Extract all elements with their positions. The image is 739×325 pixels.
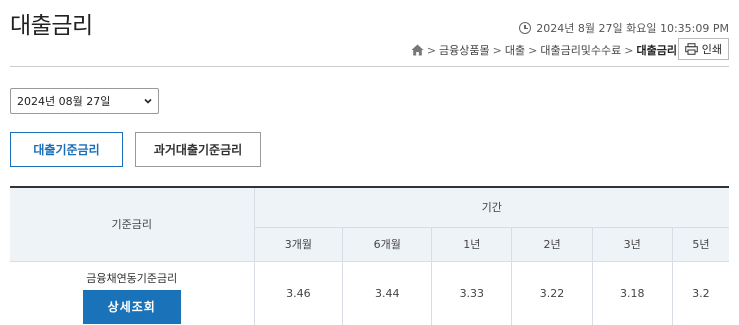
column-header-6m: 6개월 (342, 226, 433, 261)
column-header-1y: 1년 (431, 226, 513, 261)
breadcrumb: > 금융상품몰 > 대출 > 대출금리및수수료 > 대출금리 (411, 42, 677, 58)
rate-name: 금융채연동기준금리 (86, 271, 178, 285)
detail-view-button[interactable]: 상세조회 (82, 289, 181, 324)
breadcrumb-current: 대출금리 (636, 44, 677, 57)
printer-icon (684, 43, 698, 55)
page-title: 대출금리 (10, 13, 93, 39)
column-header-2y: 2년 (511, 226, 593, 261)
rate-value-cell: 3.44 (342, 260, 433, 325)
breadcrumb-item[interactable]: 대출 (505, 42, 525, 58)
chevron-right-icon: > (624, 43, 634, 57)
breadcrumb-item[interactable]: 금융상품몰 (439, 42, 490, 58)
datetime-display: 2024년 8월 27일 화요일 10:35:09 PM (519, 20, 729, 36)
chevron-down-icon (144, 98, 152, 104)
print-button[interactable]: 인쇄 (677, 38, 729, 60)
datetime-text: 2024년 8월 27일 화요일 10:35:09 PM (536, 22, 729, 35)
home-icon[interactable] (411, 44, 424, 56)
print-label: 인쇄 (701, 43, 722, 56)
clock-icon (519, 22, 532, 34)
date-select-value: 2024년 08월 27일 (17, 95, 111, 108)
chevron-right-icon: > (492, 43, 502, 57)
column-header-3m: 3개월 (254, 226, 344, 261)
chevron-right-icon: > (426, 43, 437, 57)
rate-value-cell: 3.22 (511, 260, 593, 325)
rate-value-cell: 3.33 (431, 260, 513, 325)
date-select[interactable]: 2024년 08월 27일 (10, 88, 159, 114)
tab-loan-base-rate[interactable]: 대출기준금리 (10, 132, 123, 167)
rate-table: 기준금리 기간 3개월 6개월 1년 2년 3년 5년 금융채연동기준금리 상세… (10, 186, 729, 325)
column-header-period: 기간 (254, 186, 729, 227)
column-header-3y: 3년 (592, 226, 673, 261)
column-header-5y: 5년 (672, 226, 729, 261)
breadcrumb-item[interactable]: 대출금리및수수료 (540, 42, 621, 58)
rate-name-cell: 금융채연동기준금리 상세조회 (10, 260, 255, 325)
rate-value-cell: 3.18 (592, 260, 673, 325)
table-row: 금융채연동기준금리 상세조회 3.46 3.44 3.33 3.22 3.18 … (10, 260, 729, 325)
rate-value-cell: 3.2 (672, 260, 729, 325)
tab-past-loan-base-rate[interactable]: 과거대출기준금리 (135, 132, 261, 167)
rate-value-cell: 3.46 (254, 260, 344, 325)
column-header-base-rate: 기준금리 (10, 186, 255, 261)
header-divider (10, 66, 729, 67)
chevron-right-icon: > (528, 43, 538, 57)
